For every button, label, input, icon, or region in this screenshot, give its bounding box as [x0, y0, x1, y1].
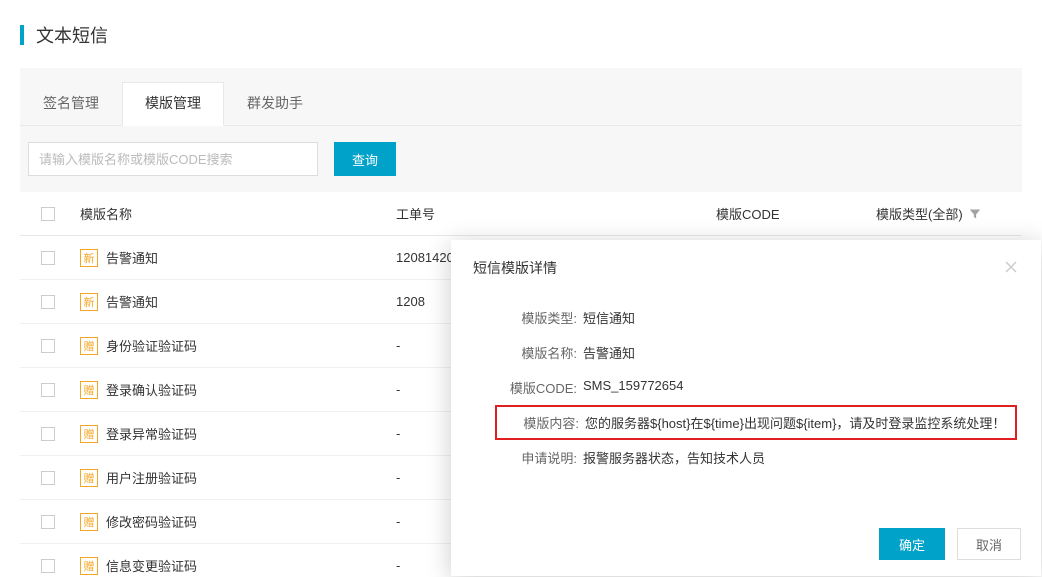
- row-checkbox[interactable]: [41, 515, 55, 529]
- tab-template[interactable]: 模版管理: [122, 82, 224, 126]
- detail-remark-value: 报警服务器状态，告知技术人员: [583, 448, 1011, 467]
- header-type[interactable]: 模版类型(全部): [876, 204, 1022, 223]
- row-checkbox[interactable]: [41, 251, 55, 265]
- modal-title: 短信模版详情: [473, 258, 557, 278]
- detail-content-value: 您的服务器${host}在${time}出现问题${item}，请及时登录监控系…: [585, 413, 1011, 432]
- row-name: 身份验证验证码: [106, 336, 197, 355]
- row-tag: 赠: [80, 557, 98, 575]
- cancel-button[interactable]: 取消: [957, 528, 1021, 560]
- row-name: 告警通知: [106, 248, 158, 267]
- row-name: 告警通知: [106, 292, 158, 311]
- tab-batch[interactable]: 群发助手: [224, 82, 326, 126]
- row-tag: 新: [80, 249, 98, 267]
- detail-content-label: 模版内容:: [501, 413, 585, 432]
- row-checkbox[interactable]: [41, 559, 55, 573]
- row-checkbox[interactable]: [41, 383, 55, 397]
- tab-signature[interactable]: 签名管理: [20, 82, 122, 126]
- detail-code-label: 模版CODE:: [501, 378, 583, 397]
- header-code: 模版CODE: [716, 204, 876, 223]
- title-accent: [20, 25, 24, 45]
- select-all-checkbox[interactable]: [41, 207, 55, 221]
- row-name: 信息变更验证码: [106, 556, 197, 575]
- detail-name-value: 告警通知: [583, 343, 1011, 362]
- search-input[interactable]: [28, 142, 318, 176]
- detail-type-value: 短信通知: [583, 308, 1011, 327]
- detail-type-label: 模版类型:: [501, 308, 583, 327]
- row-tag: 赠: [80, 337, 98, 355]
- row-tag: 赠: [80, 513, 98, 531]
- template-detail-modal: 短信模版详情 模版类型: 短信通知 模版名称: 告警通知 模版CODE: SMS…: [451, 240, 1041, 576]
- detail-remark-label: 申请说明:: [501, 448, 583, 467]
- row-tag: 赠: [80, 381, 98, 399]
- row-name: 登录异常验证码: [106, 424, 197, 443]
- row-checkbox[interactable]: [41, 427, 55, 441]
- tab-bar: 签名管理 模版管理 群发助手: [20, 68, 1022, 126]
- detail-name-label: 模版名称:: [501, 343, 583, 362]
- row-tag: 赠: [80, 469, 98, 487]
- row-name: 用户注册验证码: [106, 468, 197, 487]
- search-button[interactable]: 查询: [334, 142, 396, 176]
- detail-code-value: SMS_159772654: [583, 378, 1011, 397]
- detail-content-highlight: 模版内容: 您的服务器${host}在${time}出现问题${item}，请及…: [495, 405, 1017, 440]
- page-title-bar: 文本短信: [0, 0, 1042, 68]
- filter-icon: [969, 208, 981, 220]
- row-name: 修改密码验证码: [106, 512, 197, 531]
- header-order: 工单号: [396, 204, 716, 223]
- row-tag: 赠: [80, 425, 98, 443]
- page-title: 文本短信: [36, 22, 108, 48]
- header-name: 模版名称: [76, 204, 396, 223]
- row-name: 登录确认验证码: [106, 380, 197, 399]
- row-checkbox[interactable]: [41, 471, 55, 485]
- row-checkbox[interactable]: [41, 339, 55, 353]
- table-header: 模版名称 工单号 模版CODE 模版类型(全部): [20, 192, 1022, 236]
- close-icon[interactable]: [1003, 259, 1019, 278]
- row-tag: 新: [80, 293, 98, 311]
- row-checkbox[interactable]: [41, 295, 55, 309]
- confirm-button[interactable]: 确定: [879, 528, 945, 560]
- search-row: 查询: [20, 126, 1022, 192]
